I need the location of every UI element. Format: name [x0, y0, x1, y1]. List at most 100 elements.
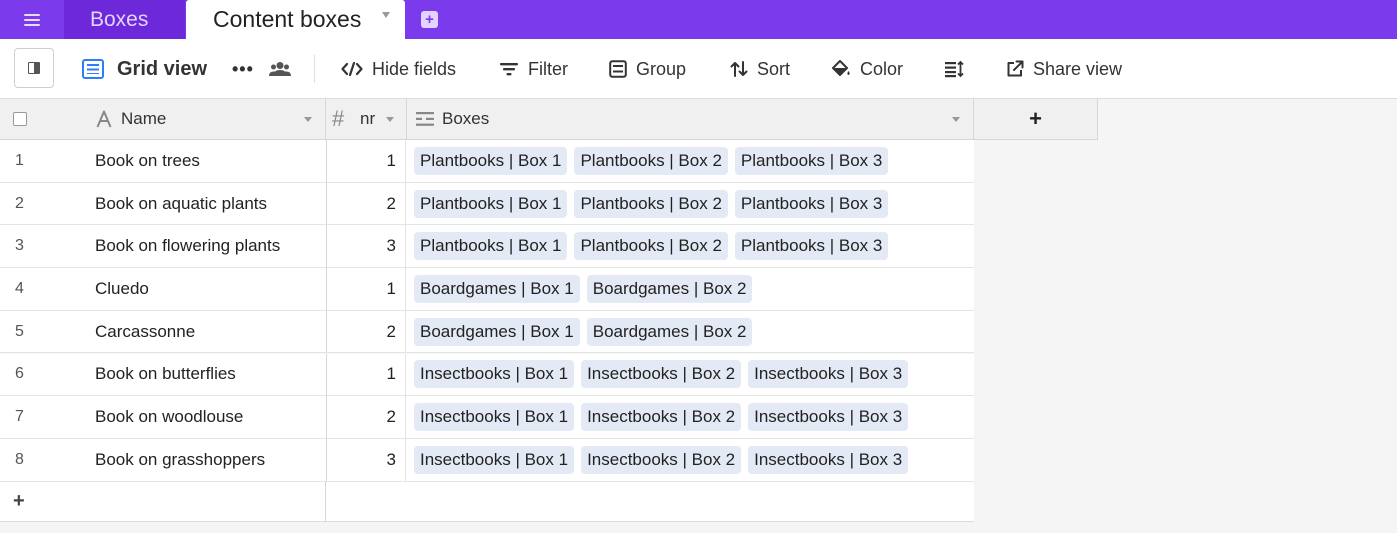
linked-record-chip[interactable]: Plantbooks | Box 3: [734, 146, 889, 175]
add-field-button[interactable]: +: [974, 99, 1098, 139]
base-name-tab[interactable]: Boxes: [64, 0, 185, 39]
linked-record-chip[interactable]: Insectbooks | Box 3: [748, 445, 909, 474]
sort-button[interactable]: Sort: [730, 39, 790, 99]
select-all-checkbox[interactable]: [13, 112, 27, 126]
code-icon: [341, 61, 363, 77]
cell-nr[interactable]: 2: [326, 182, 406, 225]
base-name: Boxes: [90, 7, 149, 31]
linked-record-chip[interactable]: Plantbooks | Box 1: [414, 189, 568, 218]
linked-record-chip[interactable]: Boardgames | Box 1: [414, 274, 580, 303]
share-icon: [1006, 60, 1024, 78]
linked-record-chip[interactable]: Plantbooks | Box 1: [414, 146, 568, 175]
cell-nr[interactable]: 3: [326, 438, 406, 481]
chevron-down-icon[interactable]: [382, 12, 390, 18]
row-number: 2: [15, 194, 24, 212]
app-header: Boxes Content boxes +: [0, 0, 1397, 39]
linked-record-chip[interactable]: Plantbooks | Box 3: [734, 232, 889, 261]
linked-record-icon: [416, 112, 434, 126]
cell-name[interactable]: Carcassonne: [95, 311, 195, 353]
linked-record-chip[interactable]: Insectbooks | Box 2: [581, 360, 742, 389]
menu-button[interactable]: [0, 0, 64, 39]
row-number: 6: [15, 365, 24, 383]
linked-record-chip[interactable]: Insectbooks | Box 1: [414, 360, 575, 389]
linked-record-chip[interactable]: Insectbooks | Box 3: [748, 360, 909, 389]
view-switcher-button[interactable]: Grid view: [82, 39, 207, 99]
cell-name[interactable]: Book on flowering plants: [95, 225, 280, 267]
cell-nr[interactable]: 1: [326, 353, 406, 396]
linked-record-chip[interactable]: Boardgames | Box 2: [586, 274, 753, 303]
linked-record-chip[interactable]: Insectbooks | Box 1: [414, 445, 575, 474]
table-row[interactable]: 5 Carcassonne 2 Boardgames | Box 1 Boardgame…: [0, 310, 974, 354]
hide-fields-button[interactable]: Hide fields: [341, 39, 456, 99]
row-number: 4: [15, 279, 24, 297]
add-row-button[interactable]: +: [13, 490, 25, 513]
text-field-icon: [96, 110, 112, 128]
column-header-boxes[interactable]: Boxes: [407, 99, 974, 139]
chevron-down-icon[interactable]: [386, 117, 394, 122]
cell-nr[interactable]: 1: [326, 268, 406, 310]
linked-record-chip[interactable]: Insectbooks | Box 3: [748, 403, 909, 432]
linked-record-chip[interactable]: Boardgames | Box 2: [586, 317, 753, 346]
cell-boxes[interactable]: Insectbooks | Box 1 Insectbooks | Box 2 In…: [407, 439, 909, 481]
add-table-button[interactable]: +: [421, 11, 438, 28]
view-menu-button[interactable]: •••: [232, 39, 254, 99]
hide-fields-label: Hide fields: [372, 58, 457, 79]
sort-icon: [730, 60, 748, 78]
row-height-button[interactable]: [944, 39, 973, 99]
table-row[interactable]: 1 Book on trees 1 Plantbooks | Box 1 Plantbo…: [0, 140, 974, 183]
cell-nr[interactable]: 2: [326, 310, 406, 353]
linked-record-chip[interactable]: Boardgames | Box 1: [414, 317, 580, 346]
linked-record-chip[interactable]: Plantbooks | Box 3: [734, 189, 889, 218]
cell-boxes[interactable]: Boardgames | Box 1 Boardgames | Box 2: [407, 311, 753, 353]
cell-boxes[interactable]: Plantbooks | Box 1 Plantbooks | Box 2 Plan…: [407, 140, 889, 182]
cell-boxes[interactable]: Insectbooks | Box 1 Insectbooks | Box 2 In…: [407, 354, 909, 396]
view-toolbar: Grid view ••• Hide fields Filter Group S…: [0, 39, 1397, 99]
cell-name[interactable]: Book on trees: [95, 140, 200, 182]
cell-nr[interactable]: 3: [326, 225, 406, 268]
column-label-boxes: Boxes: [442, 109, 490, 128]
column-label-name: Name: [121, 109, 167, 128]
table-row[interactable]: 8 Book on grasshoppers 3 Insectbooks | Box …: [0, 438, 974, 482]
group-button[interactable]: Group: [609, 39, 686, 99]
cell-name[interactable]: Cluedo: [95, 268, 149, 310]
table-tab-content-boxes[interactable]: Content boxes: [186, 0, 405, 39]
table-row[interactable]: 3 Book on flowering plants 3 Plantbooks | B…: [0, 225, 974, 269]
table-row[interactable]: 6 Book on butterflies 1 Insectbooks | Box 1…: [0, 353, 974, 397]
linked-record-chip[interactable]: Insectbooks | Box 2: [581, 403, 742, 432]
table-row[interactable]: 2 Book on aquatic plants 2 Plantbooks | Box…: [0, 182, 974, 226]
filter-icon: [499, 61, 519, 77]
row-number: 3: [15, 237, 24, 255]
table-row[interactable]: 4 Cluedo 1 Boardgames | Box 1 Boardgames | B…: [0, 268, 974, 311]
add-row-bar: +: [0, 482, 974, 522]
cell-boxes[interactable]: Boardgames | Box 1 Boardgames | Box 2: [407, 268, 753, 310]
linked-record-chip[interactable]: Plantbooks | Box 2: [574, 189, 728, 218]
chevron-down-icon[interactable]: [304, 117, 312, 122]
cell-name[interactable]: Book on aquatic plants: [95, 183, 267, 225]
cell-name[interactable]: Book on butterflies: [95, 354, 236, 396]
cell-boxes[interactable]: Plantbooks | Box 1 Plantbooks | Box 2 Plan…: [407, 183, 889, 225]
column-header-name[interactable]: Name: [0, 99, 326, 139]
linked-record-chip[interactable]: Plantbooks | Box 2: [574, 146, 728, 175]
share-view-button[interactable]: Share view: [1006, 39, 1122, 99]
linked-record-chip[interactable]: Insectbooks | Box 2: [581, 445, 742, 474]
color-button[interactable]: Color: [831, 39, 903, 99]
cell-boxes[interactable]: Plantbooks | Box 1 Plantbooks | Box 2 Plan…: [407, 225, 889, 267]
cell-nr[interactable]: 2: [326, 396, 406, 438]
filter-button[interactable]: Filter: [499, 39, 568, 99]
cell-name[interactable]: Book on woodlouse: [95, 396, 243, 438]
linked-record-chip[interactable]: Plantbooks | Box 1: [414, 232, 568, 261]
linked-record-chip[interactable]: Insectbooks | Box 1: [414, 403, 575, 432]
row-number: 5: [15, 322, 24, 340]
plus-icon: +: [1029, 106, 1042, 131]
cell-boxes[interactable]: Insectbooks | Box 1 Insectbooks | Box 2 In…: [407, 396, 909, 438]
sidebar-toggle-button[interactable]: [14, 48, 54, 88]
linked-record-chip[interactable]: Plantbooks | Box 2: [574, 232, 728, 261]
cell-nr[interactable]: 1: [326, 140, 406, 182]
collaborators-button[interactable]: [269, 39, 291, 99]
column-header-nr[interactable]: # nr: [326, 99, 407, 139]
grid-icon: [82, 59, 104, 79]
table-row[interactable]: 7 Book on woodlouse 2 Insectbooks | Box 1 In…: [0, 396, 974, 439]
paint-bucket-icon: [831, 60, 851, 78]
cell-name[interactable]: Book on grasshoppers: [95, 439, 265, 481]
chevron-down-icon[interactable]: [952, 117, 960, 122]
